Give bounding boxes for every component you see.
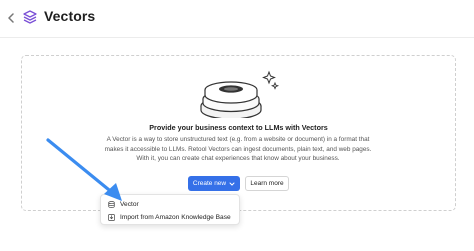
chevron-left-icon	[8, 13, 14, 23]
disc-stack-illustration	[200, 70, 280, 118]
description-line: A Vector is a way to store unstructured …	[106, 136, 370, 143]
empty-state-description: A Vector is a way to store unstructured …	[88, 135, 388, 164]
top-bar: Vectors	[0, 0, 474, 38]
create-new-dropdown-menu: Vector Import from Amazon Knowledge Base	[100, 194, 240, 225]
chevron-down-icon	[229, 181, 235, 187]
menu-item-import-amazon-kb[interactable]: Import from Amazon Knowledge Base	[101, 210, 241, 224]
back-button[interactable]	[4, 11, 18, 25]
import-icon	[108, 213, 115, 221]
description-line: makes it accessible to LLMs. Retool Vect…	[104, 145, 372, 153]
learn-more-button[interactable]: Learn more	[245, 176, 289, 191]
description-line: With it, you can create chat experiences…	[136, 155, 340, 163]
vectors-stack-icon	[23, 10, 37, 24]
menu-item-label: Import from Amazon Knowledge Base	[120, 213, 231, 221]
create-new-label: Create new	[192, 180, 227, 187]
empty-state-heading: Provide your business context to LLMs wi…	[149, 123, 328, 132]
page-title: Vectors	[44, 8, 96, 24]
menu-item-label: Vector	[120, 200, 139, 208]
menu-item-vector[interactable]: Vector	[101, 197, 241, 211]
database-icon	[108, 200, 115, 208]
learn-more-label: Learn more	[250, 180, 284, 187]
create-new-button[interactable]: Create new	[188, 176, 240, 191]
